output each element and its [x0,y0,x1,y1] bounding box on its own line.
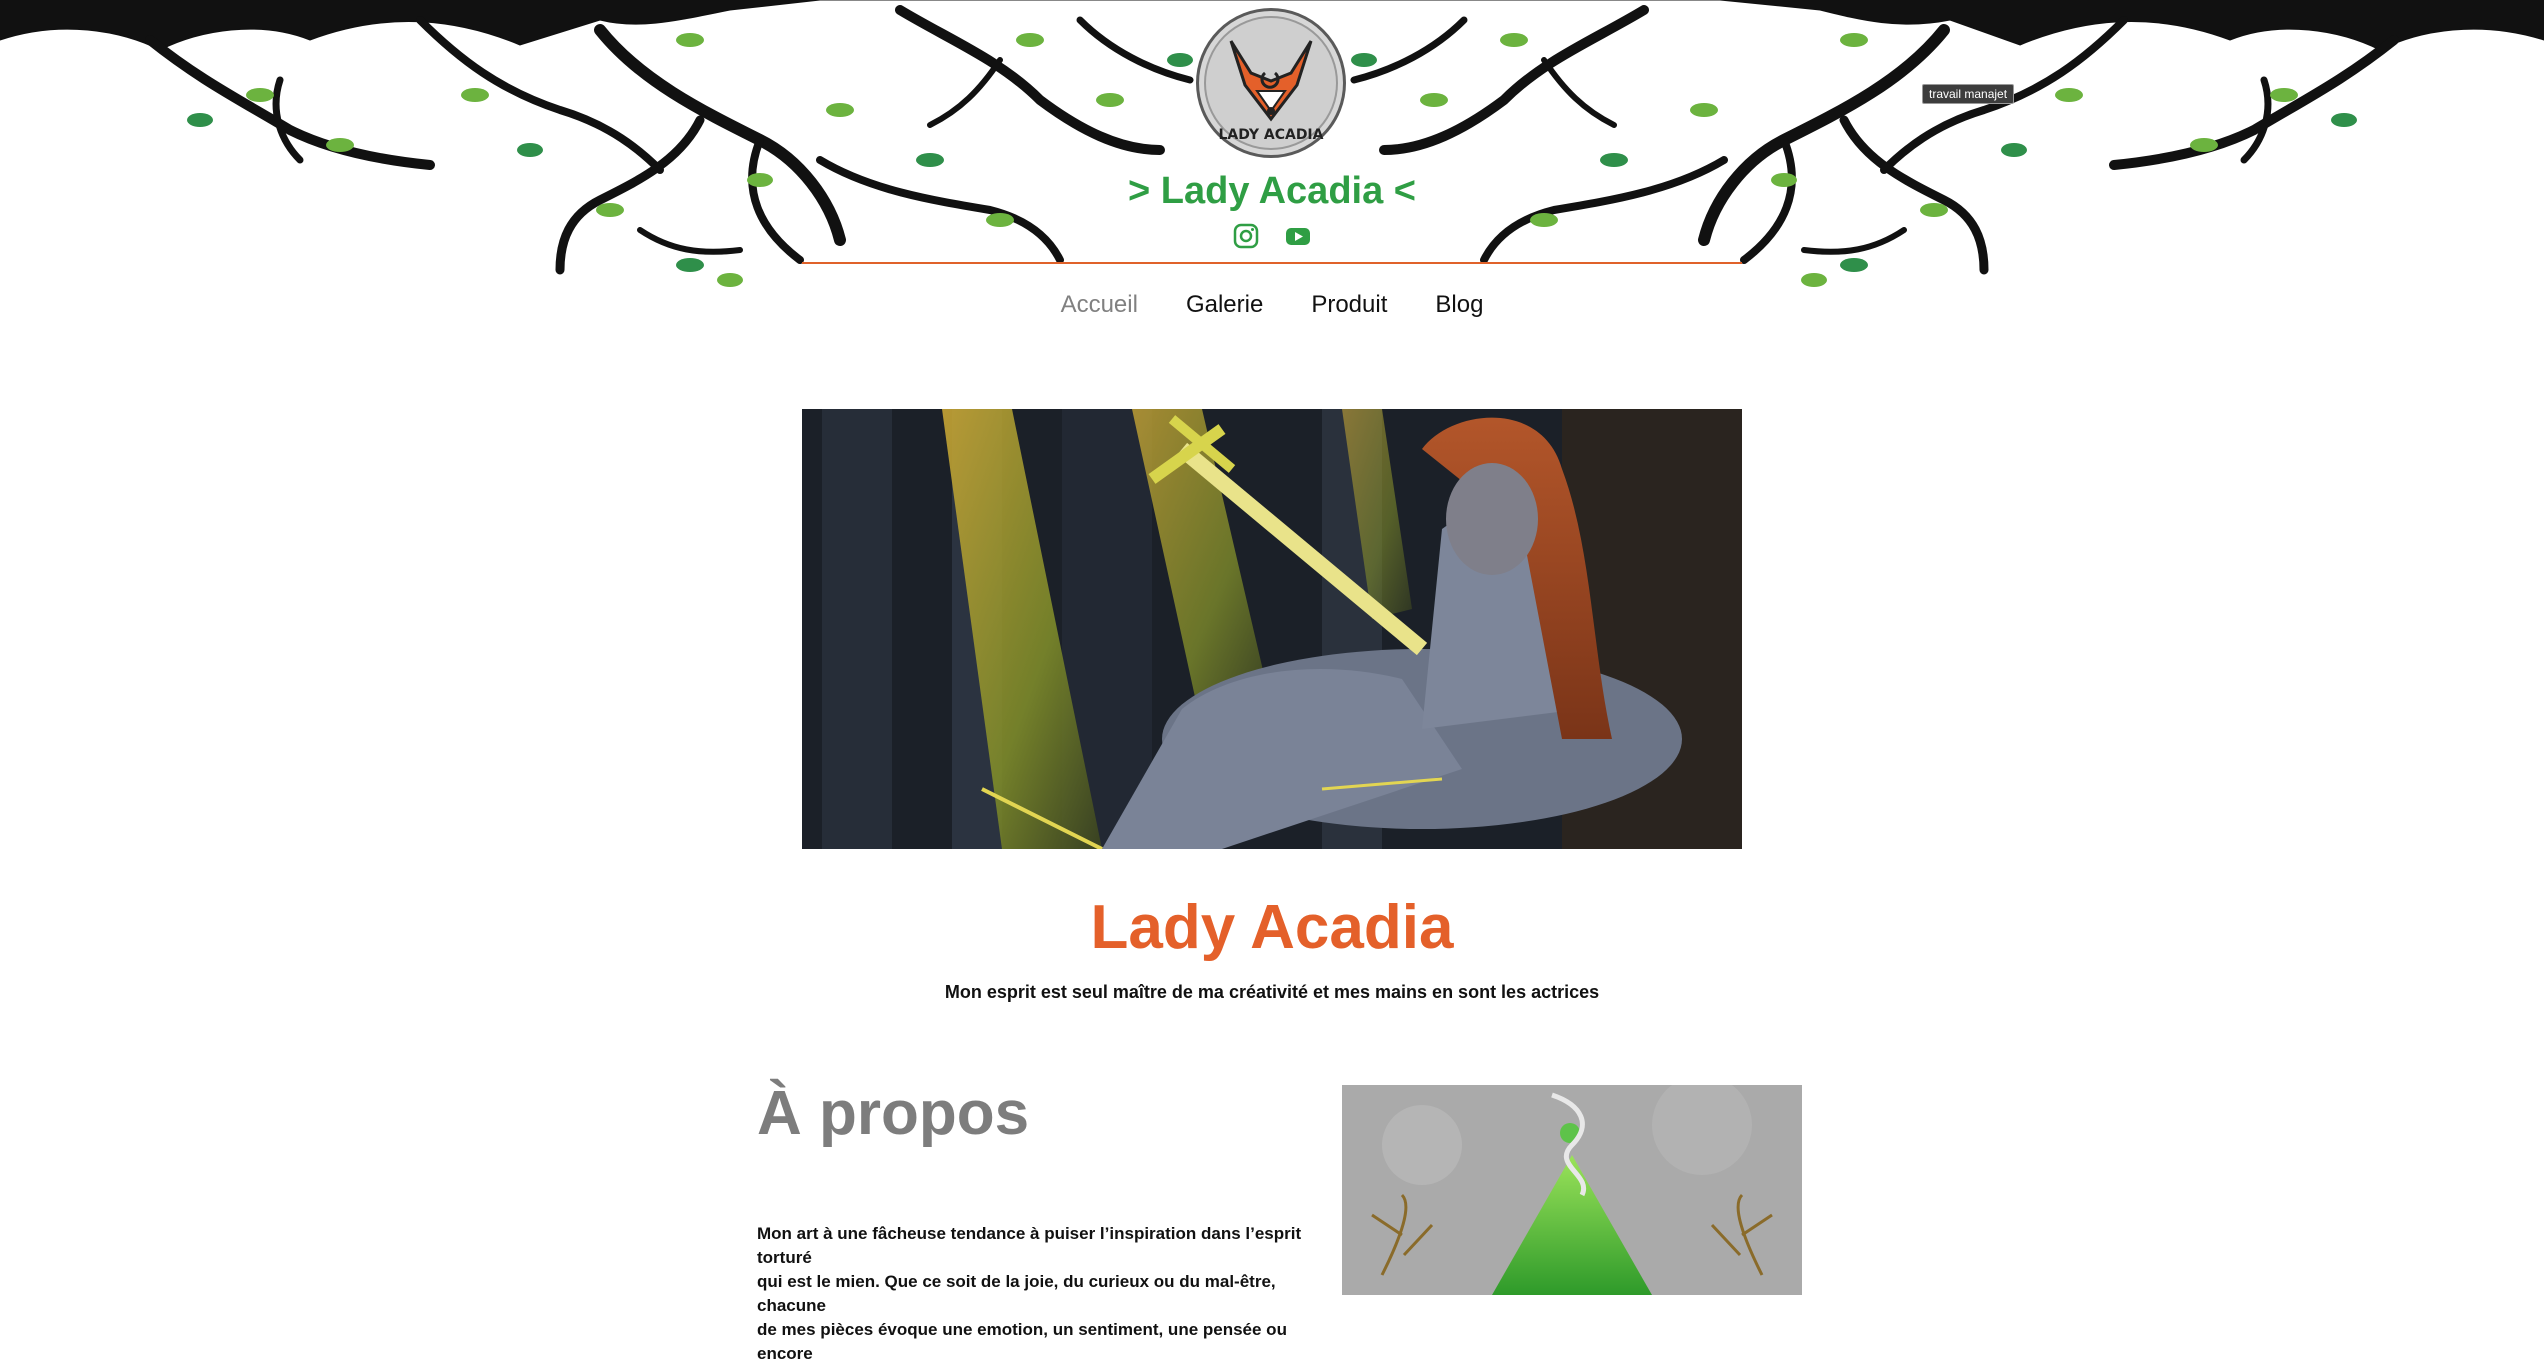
logo-text: LADY ACADIA [1219,127,1324,143]
site-title[interactable]: > Lady Acadia < [0,170,2544,213]
hero-illustration [802,409,1742,849]
about-illustration [1342,1085,1802,1295]
tooltip: travail manajet [1922,84,2015,104]
main-nav: Accueil Galerie Produit Blog [0,290,2544,320]
about-line: qui est le mien. Que ce soit de la joie,… [757,1272,1276,1315]
hero-tagline: Mon esprit est seul maître de ma créativ… [944,982,1600,1002]
fox-logo-icon: LADY ACADIA [1204,16,1338,150]
about-heading: À propos [757,1079,1030,1148]
header-divider [802,262,1742,264]
site-logo[interactable]: LADY ACADIA [1196,8,1346,158]
hero-title: Lady Acadia [1090,893,1454,962]
nav-item-accueil[interactable]: Accueil [1061,290,1138,320]
about-text: Mon art à une fâcheuse tendance à puiser… [757,1222,1332,1366]
instagram-icon[interactable] [1232,222,1260,250]
about-line: de mes pièces évoque une emotion, un sen… [757,1320,1287,1363]
youtube-icon[interactable] [1284,222,1312,250]
nav-item-blog[interactable]: Blog [1435,290,1483,320]
nav-item-galerie[interactable]: Galerie [1186,290,1263,320]
social-links [1232,222,1312,250]
nav-item-produit[interactable]: Produit [1311,290,1387,320]
about-line: Mon art à une fâcheuse tendance à puiser… [757,1224,1302,1267]
